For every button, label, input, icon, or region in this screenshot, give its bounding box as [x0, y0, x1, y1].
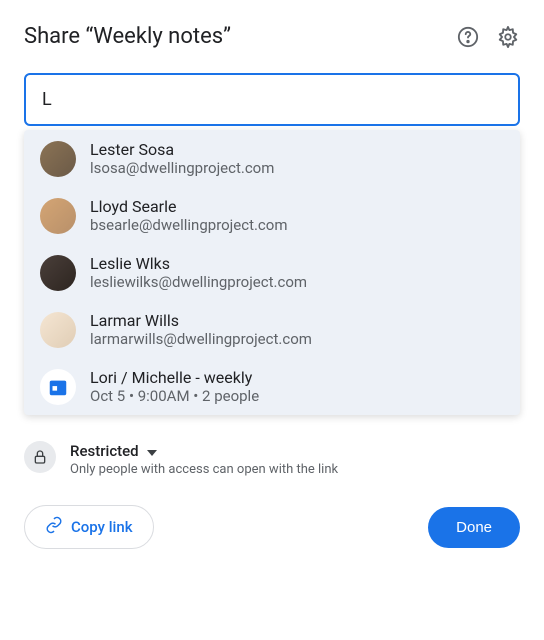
lock-icon	[24, 441, 56, 473]
done-button[interactable]: Done	[428, 507, 520, 548]
avatar	[40, 198, 76, 234]
access-description: Only people with access can open with th…	[70, 462, 338, 477]
suggestion-name: Lori / Michelle - weekly	[90, 368, 259, 387]
chevron-down-icon	[147, 441, 157, 460]
suggestion-email: lsosa@dwellingproject.com	[90, 159, 274, 177]
suggestion-name: Lester Sosa	[90, 140, 274, 159]
dialog-title: Share “Weekly notes”	[24, 24, 231, 49]
copy-link-label: Copy link	[71, 518, 133, 536]
suggestion-detail: Oct 5 • 9:00AM • 2 people	[90, 387, 259, 405]
suggestion-item[interactable]: Lester Sosa lsosa@dwellingproject.com	[24, 130, 520, 187]
suggestion-email: larmarwills@dwellingproject.com	[90, 330, 312, 348]
suggestion-name: Larmar Wills	[90, 311, 312, 330]
search-input[interactable]	[24, 73, 520, 126]
copy-link-button[interactable]: Copy link	[24, 505, 154, 549]
suggestion-item[interactable]: Lloyd Searle bsearle@dwellingproject.com	[24, 187, 520, 244]
avatar	[40, 141, 76, 177]
suggestion-name: Lloyd Searle	[90, 197, 288, 216]
avatar	[40, 255, 76, 291]
suggestion-email: bsearle@dwellingproject.com	[90, 216, 288, 234]
help-icon[interactable]	[456, 25, 480, 49]
access-label: Restricted	[70, 442, 139, 460]
suggestion-item[interactable]: Leslie Wlks lesliewilks@dwellingproject.…	[24, 244, 520, 301]
suggestion-dropdown: Lester Sosa lsosa@dwellingproject.com Ll…	[24, 130, 520, 415]
gear-icon[interactable]	[496, 25, 520, 49]
calendar-icon	[40, 369, 76, 405]
avatar	[40, 312, 76, 348]
suggestion-name: Leslie Wlks	[90, 254, 307, 273]
link-icon	[45, 516, 63, 538]
suggestion-email: lesliewilks@dwellingproject.com	[90, 273, 307, 291]
suggestion-item[interactable]: Larmar Wills larmarwills@dwellingproject…	[24, 301, 520, 358]
suggestion-item[interactable]: Lori / Michelle - weekly Oct 5 • 9:00AM …	[24, 358, 520, 415]
access-dropdown[interactable]: Restricted	[70, 441, 338, 460]
